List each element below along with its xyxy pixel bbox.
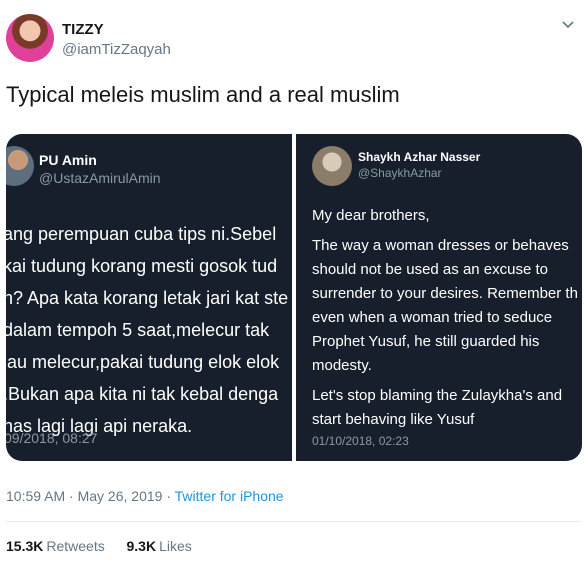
author-name[interactable]: TIZZY: [62, 21, 104, 38]
likes-label: Likes: [159, 538, 192, 554]
embedded-text: ang perempuan cuba tips ni.Sebel kai tud…: [6, 218, 292, 442]
likes-count: 9.3K: [126, 538, 157, 554]
text-line: dalam tempoh 5 saat,melecur tak: [6, 320, 270, 340]
tweet-text: Typical meleis muslim and a real muslim: [6, 82, 400, 107]
retweets-label: Retweets: [46, 538, 105, 554]
embedded-name: Shaykh Azhar Nasser: [358, 150, 481, 164]
embedded-handle: @ShaykhAzhar: [358, 166, 442, 180]
tweet-source-link[interactable]: Twitter for iPhone: [175, 488, 284, 504]
media-panel-left[interactable]: PU Amin @UstazAmirulAmin ang perempuan c…: [6, 134, 292, 461]
paragraph: The way a woman dresses or behaves shoul…: [312, 237, 578, 374]
tweet-meta: 10:59 AM · May 26, 2019 · Twitter for iP…: [6, 488, 284, 504]
media-panel-right[interactable]: Shaykh Azhar Nasser @ShaykhAzhar My dear…: [296, 134, 582, 461]
tweet-stats: 15.3K Retweets 9.3K Likes: [6, 538, 192, 554]
embedded-avatar: [312, 146, 352, 186]
chevron-down-icon[interactable]: [561, 18, 575, 32]
tweet-timestamp[interactable]: 10:59 AM · May 26, 2019 ·: [6, 488, 175, 504]
text-line: kai tudung korang mesti gosok tud: [6, 256, 278, 276]
author-avatar[interactable]: [6, 14, 54, 62]
text-line: ang perempuan cuba tips ni.Sebel: [6, 224, 277, 244]
retweets-count: 15.3K: [6, 538, 44, 554]
greeting: My dear brothers,: [312, 207, 430, 224]
paragraph: Let's stop blaming the Zulaykha's and st…: [312, 387, 563, 428]
text-line: lau melecur,pakai tudung elok elok: [6, 352, 280, 372]
embedded-avatar: [6, 146, 34, 186]
author-handle[interactable]: @iamTizZaqyah: [62, 41, 171, 58]
embedded-timestamp: 09/2018, 08:27: [6, 430, 98, 446]
retweets-stat[interactable]: 15.3K Retweets: [6, 538, 105, 554]
tweet-media[interactable]: PU Amin @UstazAmirulAmin ang perempuan c…: [6, 134, 582, 461]
divider: [6, 521, 581, 522]
likes-stat[interactable]: 9.3K Likes: [127, 538, 192, 554]
embedded-handle: @UstazAmirulAmin: [39, 170, 161, 186]
embedded-name: PU Amin: [39, 152, 97, 168]
text-line: .Bukan apa kita ni tak kebal denga: [6, 384, 279, 404]
embedded-text: My dear brothers, The way a woman dresse…: [312, 204, 582, 442]
text-line: h? Apa kata korang letak jari kat ste: [6, 288, 289, 308]
embedded-timestamp: 01/10/2018, 02:23: [312, 434, 409, 448]
